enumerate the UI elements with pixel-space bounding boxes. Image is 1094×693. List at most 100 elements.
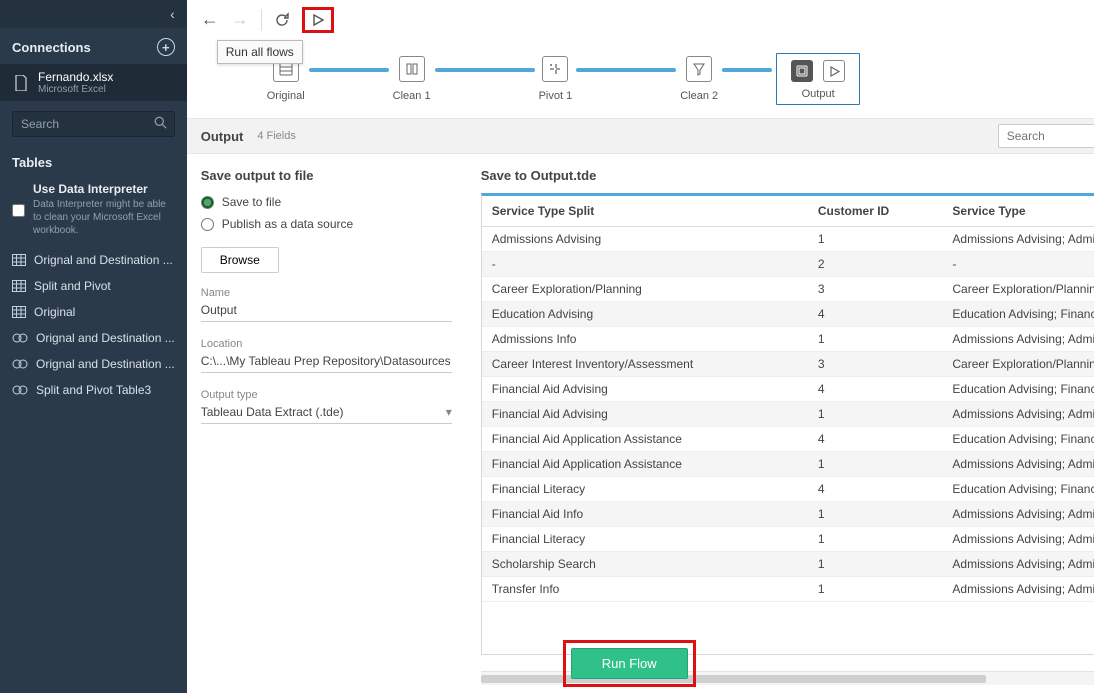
table-cell: 1 bbox=[808, 552, 943, 577]
table-cell: 1 bbox=[808, 327, 943, 352]
table-cell: Financial Aid Advising bbox=[482, 377, 808, 402]
table-item[interactable]: Original bbox=[0, 299, 187, 325]
toolbar: ← → bbox=[187, 0, 1094, 40]
radio-save-to-file[interactable]: Save to file bbox=[201, 195, 452, 209]
table-cell: Financial Literacy bbox=[482, 477, 808, 502]
table-cell: 1 bbox=[808, 527, 943, 552]
table-row[interactable]: Education Advising4Education Advising; F… bbox=[482, 302, 1094, 327]
table-cell: Education Advising bbox=[482, 302, 808, 327]
sidebar-search bbox=[12, 111, 175, 137]
run-flow-button[interactable]: Run Flow bbox=[571, 648, 688, 679]
flow-connector bbox=[309, 68, 389, 72]
table-cell: Education Advising; Financial bbox=[942, 427, 1094, 452]
data-preview-pane: Save to Output.tde Service Type SplitCus… bbox=[467, 154, 1094, 693]
table-row[interactable]: Financial Aid Advising1Admissions Advisi… bbox=[482, 402, 1094, 427]
join-icon bbox=[12, 358, 28, 370]
radio-publish[interactable]: Publish as a data source bbox=[201, 217, 452, 231]
table-row[interactable]: Scholarship Search1Admissions Advising; … bbox=[482, 552, 1094, 577]
table-row[interactable]: Financial Aid Application Assistance1Adm… bbox=[482, 452, 1094, 477]
run-step-icon[interactable] bbox=[823, 60, 845, 82]
table-cell: Admissions Advising bbox=[482, 227, 808, 252]
flow-connector bbox=[722, 68, 772, 72]
table-cell: Financial Aid Application Assistance bbox=[482, 452, 808, 477]
table-cell: Education Advising; Financial bbox=[942, 302, 1094, 327]
table-item-label: Orignal and Destination ... bbox=[36, 331, 175, 345]
use-interpreter-checkbox[interactable] bbox=[12, 184, 25, 237]
table-cell: Admissions Advising; Admiss bbox=[942, 452, 1094, 477]
table-cell: Career Exploration/Planning; bbox=[942, 352, 1094, 377]
search-icon bbox=[154, 116, 167, 129]
flow-step-clean2[interactable]: Clean 2 bbox=[680, 56, 718, 102]
sidebar-search-input[interactable] bbox=[12, 111, 175, 137]
table-row[interactable]: Financial Literacy4Education Advising; F… bbox=[482, 477, 1094, 502]
table-cell: 1 bbox=[808, 577, 943, 602]
interpreter-title: Use Data Interpreter bbox=[33, 182, 175, 196]
column-header[interactable]: Customer ID bbox=[808, 196, 943, 227]
table-cell: Financial Aid Application Assistance bbox=[482, 427, 808, 452]
browse-button[interactable]: Browse bbox=[201, 247, 279, 273]
table-cell: Admissions Info bbox=[482, 327, 808, 352]
table-cell: 1 bbox=[808, 452, 943, 477]
table-item[interactable]: Orignal and Destination ... bbox=[0, 351, 187, 377]
join-icon bbox=[12, 332, 28, 344]
output-type-select[interactable]: Tableau Data Extract (.tde) ▾ bbox=[201, 405, 452, 424]
collapse-icon[interactable]: ‹ bbox=[170, 6, 175, 22]
table-cell: Admissions Advising; Admiss bbox=[942, 327, 1094, 352]
table-row[interactable]: Financial Literacy1Admissions Advising; … bbox=[482, 527, 1094, 552]
location-value[interactable]: C:\...\My Tableau Prep Repository\Dataso… bbox=[201, 354, 452, 373]
table-cell: Admissions Advising; Admiss bbox=[942, 402, 1094, 427]
table-row[interactable]: Admissions Advising1Admissions Advising;… bbox=[482, 227, 1094, 252]
table-row[interactable]: Financial Aid Application Assistance4Edu… bbox=[482, 427, 1094, 452]
scroll-thumb[interactable] bbox=[481, 675, 986, 683]
step-label: Clean 1 bbox=[393, 90, 431, 102]
table-row[interactable]: Career Interest Inventory/Assessment3Car… bbox=[482, 352, 1094, 377]
flow-step-pivot1[interactable]: Pivot 1 bbox=[539, 56, 573, 102]
publish-radio[interactable] bbox=[201, 218, 214, 231]
table-row[interactable]: Financial Aid Advising4Education Advisin… bbox=[482, 377, 1094, 402]
table-row[interactable]: -2- bbox=[482, 252, 1094, 277]
main-area: ← → Run all flows Original Clean 1 Piv bbox=[187, 0, 1094, 693]
pivot-icon bbox=[542, 56, 568, 82]
table-item-label: Original bbox=[34, 305, 75, 319]
forward-button[interactable]: → bbox=[231, 9, 249, 30]
step-label: Output bbox=[802, 88, 835, 100]
table-row[interactable]: Financial Aid Info1Admissions Advising; … bbox=[482, 502, 1094, 527]
connection-type: Microsoft Excel bbox=[38, 84, 113, 95]
table-row[interactable]: Transfer Info1Admissions Advising; Admis… bbox=[482, 577, 1094, 602]
run-all-flows-button[interactable] bbox=[302, 7, 334, 33]
preview-table-wrap[interactable]: Service Type SplitCustomer IDService Typ… bbox=[481, 193, 1094, 655]
save-to-file-radio[interactable] bbox=[201, 196, 214, 209]
run-flow-highlight: Run Flow bbox=[563, 640, 696, 687]
flow-step-clean1[interactable]: Clean 1 bbox=[393, 56, 431, 102]
table-item[interactable]: Orignal and Destination ... bbox=[0, 247, 187, 273]
table-item[interactable]: Orignal and Destination ... bbox=[0, 325, 187, 351]
add-connection-button[interactable]: + bbox=[157, 38, 175, 56]
flow-connector bbox=[435, 68, 535, 72]
table-row[interactable]: Career Exploration/Planning3Career Explo… bbox=[482, 277, 1094, 302]
flow-connector bbox=[576, 68, 676, 72]
table-cell: Admissions Advising; Admiss bbox=[942, 227, 1094, 252]
table-cell: Admissions Advising; Admiss bbox=[942, 552, 1094, 577]
column-header[interactable]: Service Type bbox=[942, 196, 1094, 227]
table-cell: 4 bbox=[808, 477, 943, 502]
file-icon bbox=[14, 75, 28, 91]
output-header-bar: Output 4 Fields ▾ bbox=[187, 118, 1094, 154]
table-list: Orignal and Destination ...Split and Piv… bbox=[0, 247, 187, 403]
flow-step-output[interactable]: Output bbox=[776, 53, 860, 105]
table-cell: Education Advising; Financial bbox=[942, 477, 1094, 502]
table-item[interactable]: Split and Pivot Table3 bbox=[0, 377, 187, 403]
back-button[interactable]: ← bbox=[201, 9, 219, 30]
table-item[interactable]: Split and Pivot bbox=[0, 273, 187, 299]
name-value[interactable]: Output bbox=[201, 303, 452, 322]
flow-canvas: Original Clean 1 Pivot 1 Clean 2 Output bbox=[187, 40, 1094, 118]
join-icon bbox=[12, 384, 28, 396]
name-label: Name bbox=[201, 287, 452, 299]
refresh-button[interactable] bbox=[274, 12, 290, 28]
data-interpreter-block: Use Data Interpreter Data Interpreter mi… bbox=[0, 176, 187, 247]
sidebar-collapse-bar: ‹ bbox=[0, 0, 187, 28]
connections-header: Connections + bbox=[0, 28, 187, 64]
column-header[interactable]: Service Type Split bbox=[482, 196, 808, 227]
connection-item[interactable]: Fernando.xlsx Microsoft Excel bbox=[0, 64, 187, 101]
table-row[interactable]: Admissions Info1Admissions Advising; Adm… bbox=[482, 327, 1094, 352]
output-search-input[interactable] bbox=[998, 124, 1094, 148]
